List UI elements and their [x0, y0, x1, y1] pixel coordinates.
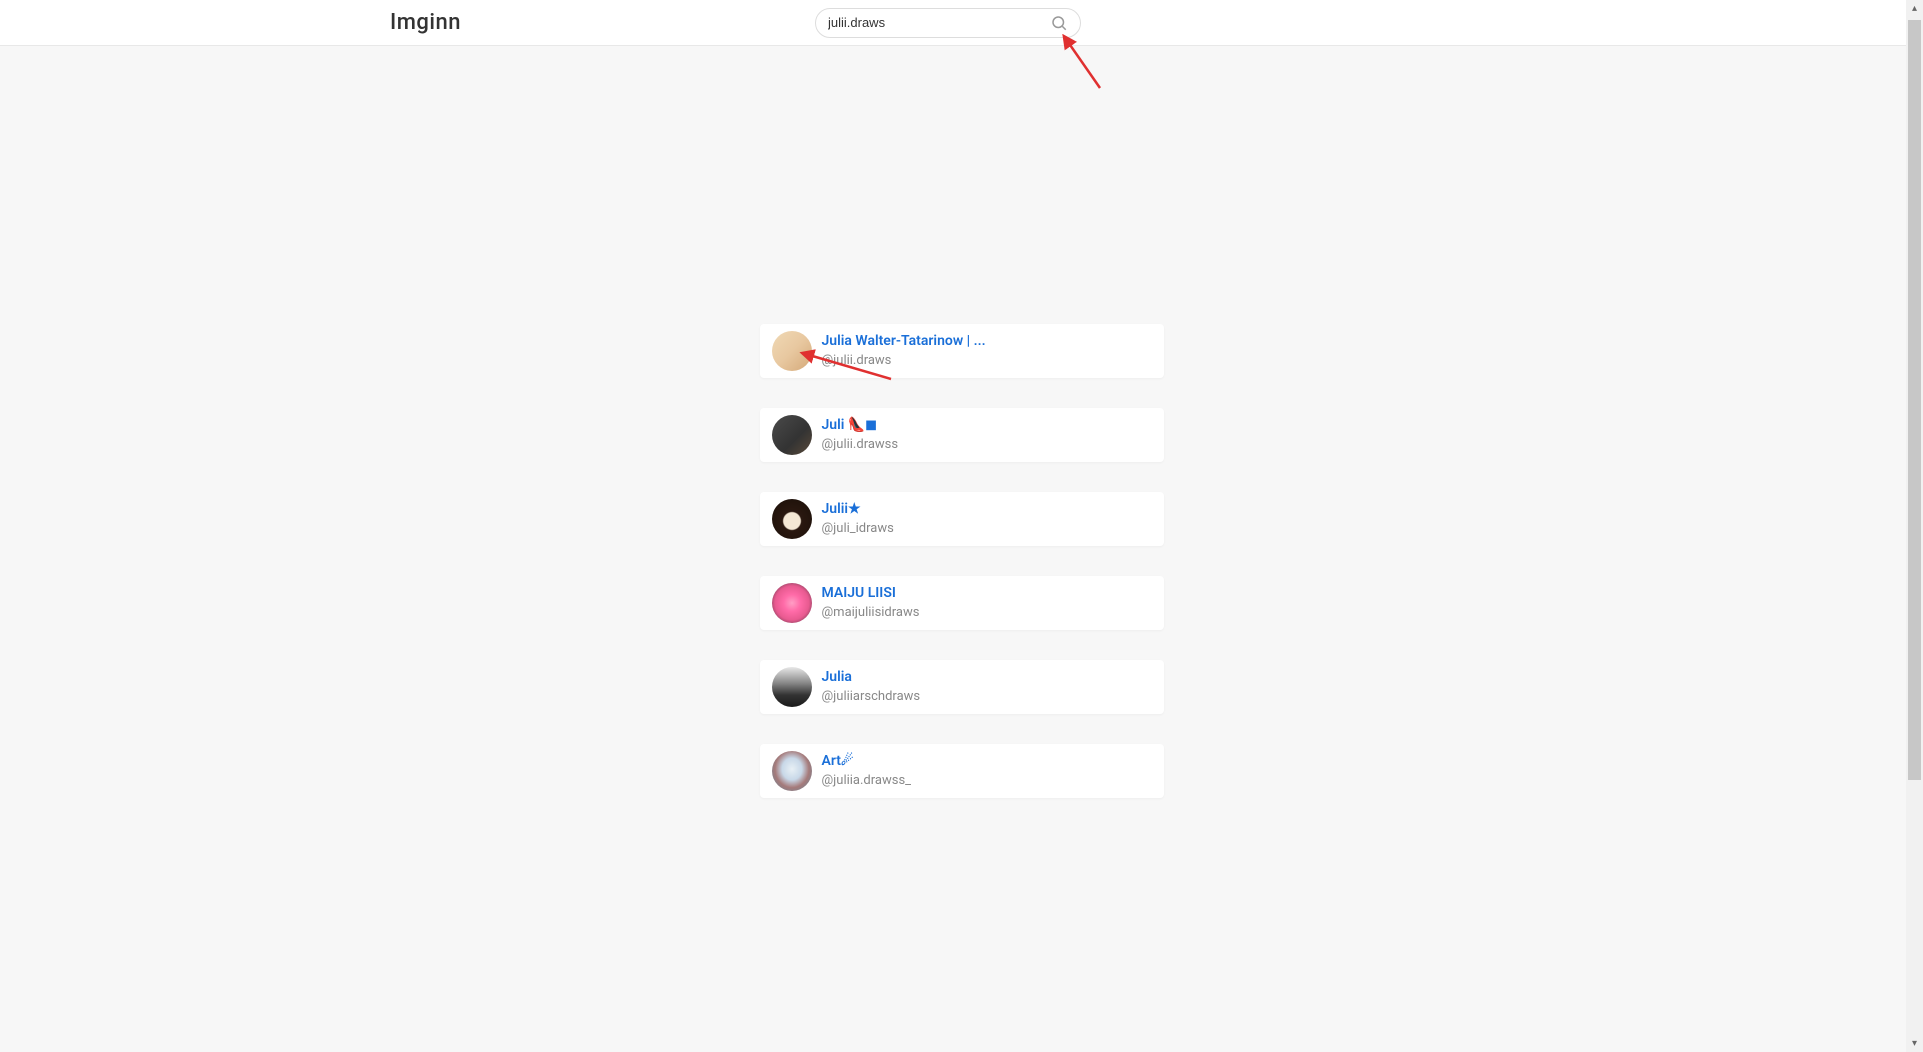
result-display-name: Julia — [822, 669, 921, 687]
result-username: @juliia.drawss_ — [822, 773, 912, 789]
result-text: Juli 👠◼ @julii.drawss — [822, 417, 899, 453]
scroll-up-icon[interactable]: ▴ — [1906, 0, 1923, 17]
result-text: Art☄ @juliia.drawss_ — [822, 753, 912, 789]
result-card[interactable]: MAIJU LIISI @maijuliisidraws — [760, 576, 1164, 630]
result-username: @juliiarschdraws — [822, 689, 921, 705]
result-card[interactable]: Art☄ @juliia.drawss_ — [760, 744, 1164, 798]
result-text: MAIJU LIISI @maijuliisidraws — [822, 585, 920, 621]
result-text: Julia @juliiarschdraws — [822, 669, 921, 705]
avatar — [772, 415, 812, 455]
result-display-name: Julia Walter-Tatarinow | ... — [822, 333, 986, 351]
result-card[interactable]: Julia @juliiarschdraws — [760, 660, 1164, 714]
result-display-name: Juli 👠◼ — [822, 417, 899, 435]
result-card[interactable]: Juli 👠◼ @julii.drawss — [760, 408, 1164, 462]
logo[interactable]: Imginn — [390, 10, 461, 35]
avatar — [772, 583, 812, 623]
scrollbar-thumb[interactable] — [1908, 20, 1921, 780]
search-container — [815, 8, 1081, 38]
result-card[interactable]: Julii★ @juli_idraws — [760, 492, 1164, 546]
result-username: @julii.drawss — [822, 437, 899, 453]
avatar — [772, 667, 812, 707]
result-username: @julii.draws — [822, 353, 986, 369]
avatar — [772, 331, 812, 371]
avatar — [772, 751, 812, 791]
result-display-name: Julii★ — [822, 501, 894, 519]
scrollbar[interactable]: ▴ ▾ — [1906, 0, 1923, 1052]
header: Imginn — [0, 0, 1923, 46]
result-username: @maijuliisidraws — [822, 605, 920, 621]
result-display-name: MAIJU LIISI — [822, 585, 920, 603]
search-icon[interactable] — [1050, 14, 1068, 32]
result-text: Julia Walter-Tatarinow | ... @julii.draws — [822, 333, 986, 369]
search-input[interactable] — [828, 15, 1050, 30]
result-card[interactable]: Julia Walter-Tatarinow | ... @julii.draws — [760, 324, 1164, 378]
results-list: Julia Walter-Tatarinow | ... @julii.draws… — [760, 324, 1164, 798]
result-display-name: Art☄ — [822, 753, 912, 771]
avatar — [772, 499, 812, 539]
result-username: @juli_idraws — [822, 521, 894, 537]
scroll-down-icon[interactable]: ▾ — [1906, 1035, 1923, 1052]
result-text: Julii★ @juli_idraws — [822, 501, 894, 537]
